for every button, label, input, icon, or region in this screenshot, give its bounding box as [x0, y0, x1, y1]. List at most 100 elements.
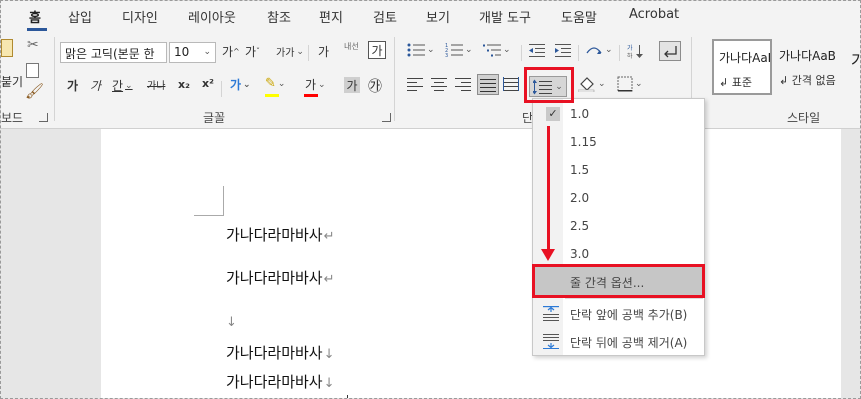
align-right-button[interactable]: [455, 77, 471, 91]
svg-text:가: 가: [627, 44, 633, 52]
style-no-spacing-preview: 가나다AaB: [779, 49, 836, 63]
style-no-spacing-name: ↲ 간격 없음: [779, 74, 836, 87]
document-page[interactable]: [101, 129, 841, 398]
paragraph-mark-icon: ↵: [323, 229, 335, 244]
shrink-font-button[interactable]: 가ˇ: [245, 43, 260, 60]
menu-item-spacing-1-5[interactable]: 1.5: [533, 156, 704, 184]
margin-corner-mark: [223, 186, 224, 216]
line-break-mark-icon: ↓: [323, 376, 335, 391]
menu-item-spacing-1-0[interactable]: ✓ 1.0: [533, 100, 704, 128]
underline-button[interactable]: 간 ⌄: [112, 77, 133, 94]
ribbon: 붙기 ✂ 🖌 보드 맑은 고딕(본문 한 10 ⌄ 가 ^ 가ˇ 가가 ⌄ 가 내선 …: [1, 31, 860, 129]
pilcrow-icon: [664, 46, 677, 58]
styles-group-label: 스타일: [787, 111, 821, 125]
tab-help[interactable]: 도움말: [561, 7, 597, 26]
font-color-swatch: [304, 94, 318, 97]
inline-separator: [521, 45, 522, 61]
format-painter-icon[interactable]: 🖌: [25, 82, 44, 100]
superscript-button[interactable]: x²: [202, 77, 214, 90]
paste-button-label[interactable]: 붙기: [1, 73, 23, 90]
tab-review[interactable]: 검토: [373, 7, 397, 26]
paragraph-line[interactable]: 가나다라마바사↓: [226, 371, 335, 392]
style-no-spacing[interactable]: 가나다AaB ↲ 간격 없음: [774, 39, 844, 95]
tab-insert[interactable]: 삽입: [68, 7, 92, 26]
highlight-box-line-spacing-options: [532, 264, 705, 298]
font-size-select[interactable]: 10 ⌄: [169, 42, 216, 63]
menu-item-label: 1.15: [570, 135, 597, 149]
paragraph-text: 가나다라마바사: [226, 373, 323, 391]
enclose-characters-button[interactable]: ㉮: [368, 76, 382, 96]
strikethrough-button[interactable]: 가나: [147, 77, 165, 92]
clear-formatting-button[interactable]: 내선: [344, 41, 359, 52]
menu-item-spacing-1-15[interactable]: 1.15: [533, 128, 704, 156]
menu-item-label: 1.5: [570, 163, 590, 177]
bullets-button[interactable]: ⌄: [407, 43, 435, 57]
decrease-indent-icon: [529, 44, 545, 57]
font-color-button[interactable]: 가 ⌄: [305, 76, 326, 93]
tab-layout[interactable]: 레이아웃: [188, 7, 236, 26]
paragraph-line[interactable]: 가나다라마바사↵: [226, 224, 335, 245]
multilevel-list-icon: [483, 44, 501, 57]
style-heading-preview: 가: [851, 47, 860, 71]
paste-icon[interactable]: [1, 39, 13, 57]
decrease-indent-button[interactable]: [529, 43, 545, 57]
justify-button[interactable]: [477, 74, 499, 95]
paragraph-text: 가나다라마바사: [226, 344, 323, 362]
highlighter-icon: ✎: [265, 76, 276, 91]
align-center-button[interactable]: [431, 77, 447, 91]
multilevel-list-button[interactable]: ⌄: [483, 43, 511, 57]
borders-button[interactable]: ⌄: [617, 76, 643, 92]
paint-bucket-icon: [578, 77, 595, 92]
text-direction-button[interactable]: ⌄: [585, 43, 613, 57]
tab-mailings[interactable]: 편지: [319, 7, 343, 26]
menu-item-remove-space-after[interactable]: 단락 뒤에 공백 제거(A): [533, 327, 704, 355]
character-border-button[interactable]: 가: [368, 41, 386, 59]
menu-item-spacing-2-5[interactable]: 2.5: [533, 212, 704, 240]
style-heading[interactable]: 가: [846, 39, 860, 95]
font-launcher-icon[interactable]: [382, 113, 391, 122]
clipboard-launcher-icon[interactable]: [39, 113, 48, 122]
highlight-color-button[interactable]: ✎ ⌄: [265, 76, 285, 91]
subscript-button[interactable]: x₂: [178, 78, 190, 91]
highlight-swatch: [265, 94, 279, 97]
menu-item-spacing-2-0[interactable]: 2.0: [533, 184, 704, 212]
annotation-arrow-line: [547, 126, 550, 253]
tab-references[interactable]: 참조: [267, 7, 291, 26]
text-effects-label: 가: [230, 78, 242, 92]
bullets-icon: [407, 43, 425, 57]
italic-button[interactable]: 가: [90, 77, 101, 94]
tab-acrobat[interactable]: Acrobat: [629, 7, 679, 22]
tab-design[interactable]: 디자인: [122, 7, 158, 26]
font-name-select[interactable]: 맑은 고딕(본문 한: [60, 42, 167, 63]
line-break-mark-icon: ↓: [323, 347, 335, 362]
style-normal[interactable]: 가나다AaB ↲ 표준: [712, 39, 772, 95]
character-shading-button[interactable]: 가: [344, 77, 360, 93]
copy-icon[interactable]: [26, 63, 39, 78]
numbering-button[interactable]: 1 2 3 ⌄: [445, 43, 473, 57]
style-normal-name: ↲ 표준: [719, 76, 752, 89]
bold-button[interactable]: 가: [67, 77, 78, 94]
tab-developer[interactable]: 개발 도구: [479, 7, 531, 26]
menu-item-add-space-before[interactable]: 단락 앞에 공백 추가(B): [533, 299, 704, 327]
change-case-button[interactable]: 가가 ⌄: [276, 44, 304, 60]
menu-item-label: 2.5: [570, 219, 590, 233]
tab-home[interactable]: 홈: [29, 7, 41, 26]
text-effects-button[interactable]: 가 ⌄: [230, 76, 251, 93]
phonetic-guide-button[interactable]: 가: [318, 43, 329, 60]
grow-font-button[interactable]: 가 ^: [222, 43, 240, 60]
shading-button[interactable]: ⌄: [578, 76, 606, 92]
paragraph-line[interactable]: 가나다라마바사↵: [226, 267, 335, 288]
paragraph-line[interactable]: 가나다라마바사↓: [226, 342, 335, 363]
increase-indent-button[interactable]: [555, 43, 571, 57]
paragraph-line[interactable]: ↓: [226, 312, 237, 330]
show-marks-button[interactable]: [659, 41, 681, 61]
tab-view[interactable]: 보기: [426, 7, 450, 26]
align-left-button[interactable]: [407, 77, 423, 91]
sort-button[interactable]: 가하: [627, 43, 645, 59]
inline-separator: [308, 45, 309, 61]
cut-icon[interactable]: ✂: [27, 37, 39, 53]
chevron-down-icon: ⌄: [203, 47, 211, 57]
font-group-label: 글꼴: [203, 111, 226, 125]
distributed-button[interactable]: [503, 77, 519, 91]
group-separator: [54, 37, 55, 121]
